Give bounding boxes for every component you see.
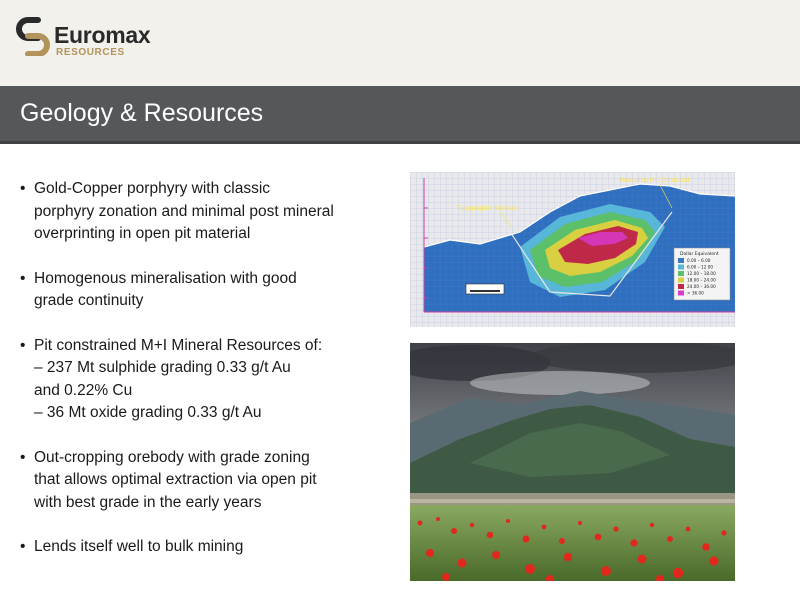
bullet-line: Lends itself well to bulk mining [34, 538, 244, 555]
bullet-line: with best grade in the early years [34, 493, 262, 511]
legend-swatch [678, 271, 684, 276]
legend-label: > 36.00 [687, 291, 704, 296]
bullet-line: Out-cropping orebody with grade zoning [34, 448, 310, 466]
bullet-line: that allows optimal extraction via open … [34, 471, 317, 488]
bullet-item: • Out-cropping orebody with grade zoning… [20, 447, 390, 515]
legend-title: Dollar Equivalent [680, 251, 719, 257]
logo-wordmark: Euromax [54, 22, 151, 48]
bullet-line: porphyry zonation and minimal post miner… [34, 202, 334, 220]
bullet-item: • Lends itself well to bulk mining [20, 536, 390, 559]
bullet-line: grade continuity [34, 292, 144, 309]
slide-title: Geology & Resources [20, 99, 264, 127]
bullet-line: Pit constrained M+I Mineral Resources of… [34, 336, 323, 354]
geological-section-image: Topographic Surface Resource Pit Constra… [410, 172, 735, 327]
legend-label: 24.00 – 36.00 [687, 284, 716, 289]
logo-mark-icon [16, 17, 50, 56]
legend-swatch [678, 264, 684, 270]
euromax-logo: Euromax RESOURCES [16, 16, 176, 62]
legend-swatch [678, 284, 684, 289]
bullet-item: • Homogenous mineralisation with good gr… [20, 268, 390, 313]
legend-swatch [678, 258, 684, 263]
legend-label: 6.00 – 12.00 [687, 265, 713, 270]
bullet-item: • Pit constrained M+I Mineral Resources … [20, 335, 390, 425]
bullet-line: – 237 Mt sulphide grading 0.33 g/t Au [34, 359, 291, 376]
title-bar: Geology & Resources [0, 86, 800, 144]
bullet-line: – 36 Mt oxide grading 0.33 g/t Au [34, 404, 262, 421]
bullet-dot-icon: • [20, 448, 26, 466]
logo-subtitle: RESOURCES [56, 47, 125, 58]
bullet-line: and 0.22% Cu [34, 381, 133, 399]
landscape-photo-image [410, 343, 735, 581]
bullet-list: • Gold-Copper porphyry with classic porp… [20, 178, 390, 581]
bullet-line: overprinting in open pit material [34, 225, 251, 242]
bullet-item: • Gold-Copper porphyry with classic porp… [20, 178, 390, 246]
topographic-surface-label: Topographic Surface [455, 205, 517, 212]
grade-legend: Dollar Equivalent 0.00 – 6.00 6.00 – 12.… [673, 247, 731, 301]
bullet-dot-icon: • [20, 538, 26, 555]
resource-pit-label: Resource Pit Constraint [620, 177, 691, 184]
bullet-dot-icon: • [20, 180, 26, 197]
legend-swatch [678, 277, 684, 283]
bullet-line: Homogenous mineralisation with good [34, 269, 297, 287]
bullet-dot-icon: • [20, 269, 26, 287]
bullet-dot-icon: • [20, 336, 26, 354]
legend-swatch [678, 290, 684, 296]
legend-label: 12.00 – 18.00 [687, 271, 716, 276]
bullet-line: Gold-Copper porphyry with classic [34, 180, 271, 197]
legend-label: 18.00 – 24.00 [687, 278, 716, 283]
legend-label: 0.00 – 6.00 [687, 258, 711, 263]
